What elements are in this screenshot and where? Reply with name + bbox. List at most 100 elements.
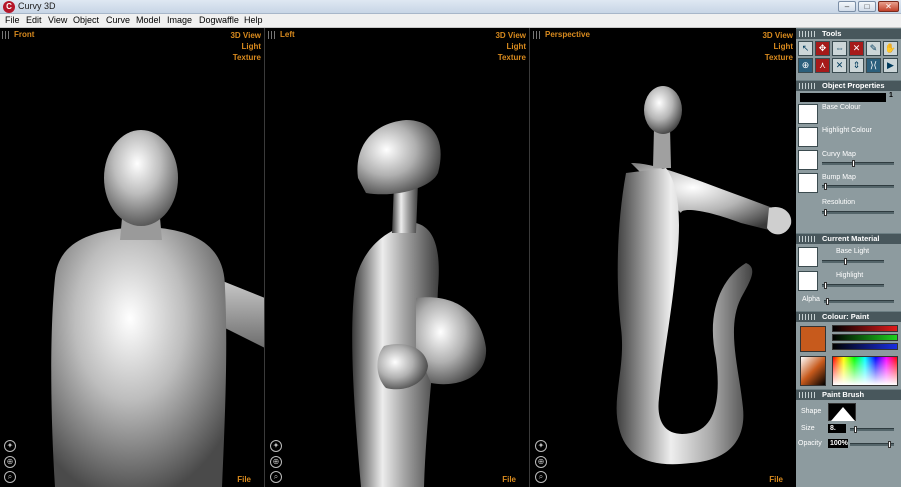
target-icon[interactable]: ⊕ xyxy=(798,58,813,73)
rotate-view-icon[interactable]: ✦ xyxy=(270,440,282,452)
green-channel-slider[interactable] xyxy=(832,334,898,341)
flip-icon[interactable]: ⟩⟨ xyxy=(866,58,881,73)
colour-spectrum-picker[interactable] xyxy=(832,356,898,386)
menu-image[interactable]: Image xyxy=(167,15,192,25)
bump-map-slot[interactable] xyxy=(798,173,818,193)
minimize-button[interactable]: – xyxy=(838,1,856,12)
scale-icon[interactable]: ✕ xyxy=(832,58,847,73)
rotate-view-icon[interactable]: ✦ xyxy=(4,440,16,452)
colour-panel-title: Colour: Paint xyxy=(822,312,870,321)
zoom-view-icon[interactable]: ⌕ xyxy=(270,471,282,483)
pan-view-icon[interactable]: ⊕ xyxy=(4,456,16,468)
highlight-slider[interactable] xyxy=(822,282,884,289)
highlight-label: Highlight xyxy=(836,272,864,279)
3d-view-toggle[interactable]: 3D View xyxy=(495,30,526,41)
menu-view[interactable]: View xyxy=(48,15,67,25)
properties-panel: Tools ↖ ✥ ⇔ ✕ ✎ ✋ ⊕ ⋏ ✕ ⇕ ⟩⟨ ▶ Object Pr… xyxy=(796,28,901,487)
brush-shape-label: Shape xyxy=(801,408,822,415)
point-edit-icon[interactable]: ✥ xyxy=(815,41,830,56)
highlight-colour-label: Highlight Colour xyxy=(822,127,872,134)
curvy-map-slider[interactable] xyxy=(822,160,894,167)
menu-object[interactable]: Object xyxy=(73,15,99,25)
bump-map-label: Bump Map xyxy=(822,174,856,181)
brush-opacity-slider[interactable] xyxy=(850,441,894,448)
light-toggle[interactable]: Light xyxy=(230,41,261,52)
texture-toggle[interactable]: Texture xyxy=(230,52,261,63)
pen-tool-icon[interactable]: ✎ xyxy=(866,41,881,56)
menu-help[interactable]: Help xyxy=(244,15,263,25)
window-title: Curvy 3D xyxy=(18,1,56,11)
menu-file[interactable]: File xyxy=(5,15,20,25)
base-light-label: Base Light xyxy=(836,248,870,255)
3d-view-toggle[interactable]: 3D View xyxy=(762,30,793,41)
viewport-grip[interactable] xyxy=(533,31,541,39)
viewport-title: Perspective xyxy=(545,30,590,39)
viewport-left[interactable]: Left 3D View Light Texture ✦ ⊕ ⌕ File xyxy=(266,28,530,487)
brush-opacity-value[interactable]: 100% xyxy=(828,439,848,448)
bump-map-slider[interactable] xyxy=(822,183,894,190)
brush-size-slider[interactable] xyxy=(850,426,894,433)
blue-channel-slider[interactable] xyxy=(832,343,898,350)
viewport-perspective[interactable]: Perspective 3D View Light Texture ✦ ⊕ ⌕ … xyxy=(531,28,796,487)
hand-icon[interactable]: ✋ xyxy=(883,41,898,56)
highlight-slot[interactable] xyxy=(798,271,818,291)
brush-size-value[interactable]: 8. xyxy=(828,424,846,433)
texture-toggle[interactable]: Texture xyxy=(762,52,793,63)
3d-view-toggle[interactable]: 3D View xyxy=(230,30,261,41)
red-channel-slider[interactable] xyxy=(832,325,898,332)
viewport-file-button[interactable]: File xyxy=(237,475,251,484)
tools-panel-header[interactable]: Tools xyxy=(796,28,901,39)
title-bar: C Curvy 3D – □ ✕ xyxy=(0,0,901,14)
menu-edit[interactable]: Edit xyxy=(26,15,42,25)
colour-gradient-preview[interactable] xyxy=(800,356,826,386)
base-light-slider[interactable] xyxy=(822,258,884,265)
texture-toggle[interactable]: Texture xyxy=(495,52,526,63)
close-button[interactable]: ✕ xyxy=(878,1,899,12)
figure-perspective-view xyxy=(616,86,792,465)
viewport-grip[interactable] xyxy=(2,31,10,39)
brush-shape-preview[interactable] xyxy=(828,403,856,421)
menu-curve[interactable]: Curve xyxy=(106,15,130,25)
curvy-map-label: Curvy Map xyxy=(822,151,856,158)
current-material-header[interactable]: Current Material xyxy=(796,233,901,244)
base-light-slot[interactable] xyxy=(798,247,818,267)
figure-front-view xyxy=(51,130,264,487)
resolution-label: Resolution xyxy=(822,199,856,206)
object-properties-header[interactable]: Object Properties xyxy=(796,80,901,91)
object-selector-field[interactable] xyxy=(800,93,886,102)
pan-view-icon[interactable]: ⊕ xyxy=(270,456,282,468)
viewport-front[interactable]: Front 3D View Light Texture ✦ ⊕ ⌕ File xyxy=(0,28,265,487)
split-icon[interactable]: ▶ xyxy=(883,58,898,73)
curvy-map-slot[interactable] xyxy=(798,150,818,170)
pan-view-icon[interactable]: ⊕ xyxy=(535,456,547,468)
zoom-view-icon[interactable]: ⌕ xyxy=(4,471,16,483)
colour-panel-header[interactable]: Colour: Paint xyxy=(796,311,901,322)
viewport-grip[interactable] xyxy=(268,31,276,39)
alpha-slider[interactable] xyxy=(824,298,894,305)
rotate-view-icon[interactable]: ✦ xyxy=(535,440,547,452)
base-colour-label: Base Colour xyxy=(822,104,861,111)
zoom-view-icon[interactable]: ⌕ xyxy=(535,471,547,483)
light-toggle[interactable]: Light xyxy=(762,41,793,52)
paint-brush-header[interactable]: Paint Brush xyxy=(796,389,901,400)
alpha-label: Alpha xyxy=(802,296,820,303)
maximize-button[interactable]: □ xyxy=(858,1,876,12)
highlight-colour-map-slot[interactable] xyxy=(798,127,818,147)
menu-model[interactable]: Model xyxy=(136,15,161,25)
viewport-file-button[interactable]: File xyxy=(502,475,516,484)
menu-dogwaffle[interactable]: Dogwaffle xyxy=(199,15,239,25)
resolution-slider[interactable] xyxy=(822,209,894,216)
base-colour-map-slot[interactable] xyxy=(798,104,818,124)
mirror-icon[interactable]: ⇕ xyxy=(849,58,864,73)
curvy-app-icon: C xyxy=(3,1,15,13)
light-toggle[interactable]: Light xyxy=(495,41,526,52)
paint-colour-swatch[interactable] xyxy=(800,326,826,352)
delete-point-icon[interactable]: ✕ xyxy=(849,41,864,56)
move-icon[interactable]: ⇔ xyxy=(832,41,847,56)
current-material-title: Current Material xyxy=(822,234,880,243)
curve-join-icon[interactable]: ⋏ xyxy=(815,58,830,73)
viewport-file-button[interactable]: File xyxy=(769,475,783,484)
select-arrow-icon[interactable]: ↖ xyxy=(798,41,813,56)
figure-left-view xyxy=(352,120,487,487)
brush-size-label: Size xyxy=(801,425,815,432)
